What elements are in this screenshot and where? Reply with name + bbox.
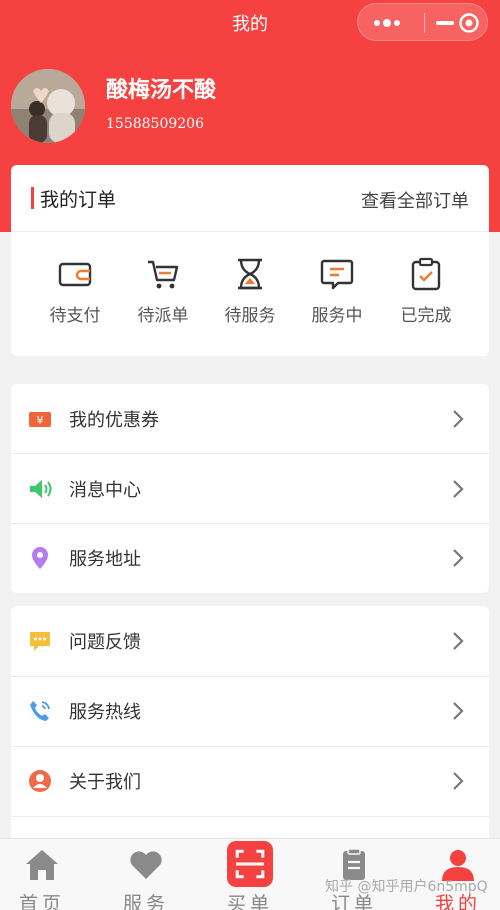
- scan-icon: [227, 841, 273, 887]
- tab-orders[interactable]: 订单: [304, 839, 404, 910]
- status-label: 待服务: [224, 306, 276, 326]
- title-bar: 我的: [0, 0, 500, 44]
- status-in-service[interactable]: 服务中: [297, 257, 377, 331]
- nickname: 酸梅汤不酸: [106, 78, 217, 103]
- menu-item-messages[interactable]: 消息中心: [11, 454, 489, 524]
- menu-item-about-us[interactable]: 关于我们: [11, 746, 489, 816]
- chevron-right-icon: [453, 410, 464, 428]
- status-awaiting-dispatch[interactable]: 待派单: [123, 257, 203, 331]
- menu-label: 消息中心: [69, 480, 141, 501]
- home-icon: [26, 850, 58, 880]
- heart-icon: [130, 851, 162, 879]
- phone-number: 15588509206: [106, 116, 204, 132]
- mini-program-capsule: [357, 3, 488, 41]
- tab-label: 买单: [226, 893, 273, 910]
- wallet-icon: [58, 262, 92, 287]
- speaker-icon: [30, 480, 52, 498]
- menu-group-1: ¥ 我的优惠券 消息中心 服务地址: [11, 384, 489, 593]
- tab-services[interactable]: 服务: [96, 839, 196, 910]
- status-label: 待派单: [137, 306, 189, 326]
- status-label: 待支付: [49, 306, 101, 326]
- title-accent-bar: [31, 187, 34, 209]
- menu-item-hotline[interactable]: 服务热线: [11, 676, 489, 746]
- view-all-orders-link[interactable]: 查看全部订单: [361, 187, 469, 213]
- minimize-icon[interactable]: [434, 13, 456, 33]
- tab-label: 首页: [18, 893, 65, 910]
- tab-mine[interactable]: 我的: [408, 839, 500, 910]
- watermark: 知乎 @知乎用户6n5mpQ: [325, 879, 488, 895]
- phone-icon: [30, 701, 50, 721]
- order-card-header: 我的订单 查看全部订单: [11, 165, 489, 232]
- menu-label: 我的优惠券: [69, 410, 159, 431]
- status-completed[interactable]: 已完成: [386, 257, 466, 331]
- menu-label: 关于我们: [69, 772, 141, 793]
- menu-item-coupons[interactable]: ¥ 我的优惠券: [11, 384, 489, 454]
- menu-divider: [11, 816, 489, 817]
- location-pin-icon: [32, 547, 48, 569]
- chevron-right-icon: [453, 702, 464, 720]
- avatar[interactable]: [11, 69, 85, 143]
- capsule-divider: [424, 13, 425, 33]
- menu-group-2: 问题反馈 服务热线 关于我们: [11, 606, 489, 846]
- menu-item-addresses[interactable]: 服务地址: [11, 523, 489, 593]
- tab-pay[interactable]: 买单: [200, 839, 300, 910]
- user-circle-icon: [29, 770, 51, 792]
- menu-item-feedback[interactable]: 问题反馈: [11, 606, 489, 676]
- more-icon[interactable]: [372, 14, 402, 32]
- tab-label: 服务: [122, 893, 169, 910]
- status-label: 已完成: [400, 306, 452, 326]
- svg-text:¥: ¥: [37, 414, 44, 427]
- tab-home[interactable]: 首页: [0, 839, 92, 910]
- menu-label: 服务地址: [69, 549, 141, 570]
- chevron-right-icon: [453, 549, 464, 567]
- message-icon: [320, 259, 354, 290]
- hourglass-icon: [238, 258, 262, 290]
- order-card-title: 我的订单: [40, 189, 117, 211]
- close-icon[interactable]: [458, 12, 480, 34]
- clipboard-check-icon: [411, 257, 441, 291]
- menu-label: 问题反馈: [69, 632, 141, 653]
- feedback-icon: [30, 632, 50, 651]
- user-profile: 酸梅汤不酸 15588509206: [0, 66, 500, 150]
- chevron-right-icon: [453, 480, 464, 498]
- order-card: 我的订单 查看全部订单 待支付 待派单 待服务 服务中 已完成: [11, 165, 489, 356]
- cart-icon: [148, 260, 179, 289]
- status-label: 服务中: [311, 306, 363, 326]
- chevron-right-icon: [453, 632, 464, 650]
- coupon-icon: ¥: [29, 412, 51, 427]
- status-pending-payment[interactable]: 待支付: [35, 257, 115, 331]
- chevron-right-icon: [453, 772, 464, 790]
- bottom-tab-bar: 首页 服务 买单 订单 我的: [0, 838, 500, 910]
- menu-label: 服务热线: [69, 702, 141, 723]
- status-awaiting-service[interactable]: 待服务: [210, 257, 290, 331]
